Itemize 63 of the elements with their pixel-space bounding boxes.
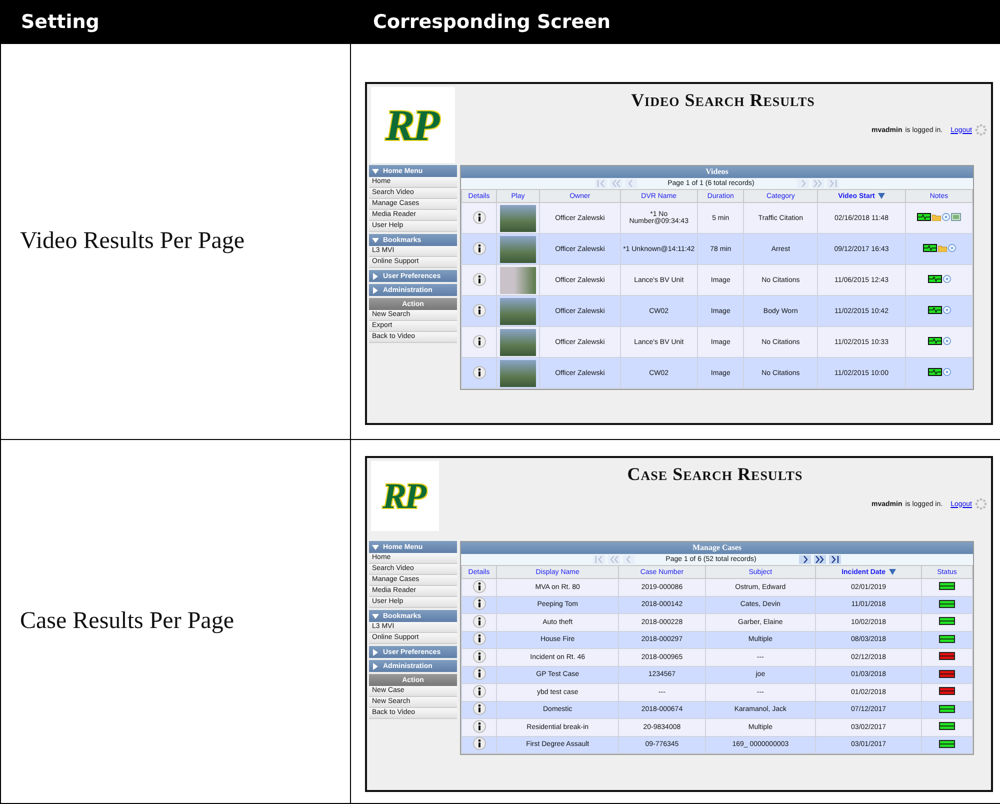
fast-forward-icon [815,556,826,563]
info-icon [472,597,486,610]
next-page-button[interactable] [799,555,812,564]
page-title: Case Search Results [626,464,804,485]
sort-arrow-icon [878,193,885,199]
info-icon [472,304,486,316]
fast-forward-icon [813,180,824,187]
rewind-icon [608,556,619,563]
info-icon [472,667,486,680]
expanded-triangle-icon [372,544,379,550]
info-icon [472,650,486,663]
info-icon [472,334,486,348]
info-icon [472,684,486,698]
video-thumbnail[interactable] [500,236,536,262]
expanded-triangle-icon [372,612,379,620]
rewind-button[interactable] [610,179,622,188]
info-icon [472,366,486,378]
rewind-button[interactable] [608,555,620,564]
last-page-icon [830,556,840,563]
first-page-button[interactable] [592,555,605,564]
first-page-icon [594,556,604,563]
column-header: Setting [1,0,351,44]
info-icon [472,737,486,750]
info-icon [472,614,486,628]
video-thumbnail[interactable] [500,298,536,324]
info-icon [472,632,486,646]
video-thumbnail[interactable] [500,328,536,356]
info-icon [472,272,486,286]
status-bar-icon [928,275,942,283]
status-bar-icon [928,368,942,376]
status-bar-icon [928,306,942,314]
logo-text: RP [382,475,427,517]
video-thumbnail[interactable] [500,204,536,232]
first-page-button[interactable] [594,179,607,188]
expanded-triangle-icon [372,168,379,174]
setting-label: Video Results Per Page [20,228,245,255]
info-icon [472,242,486,254]
expanded-triangle-icon [372,236,379,244]
logo-text: RP [385,100,440,150]
spinner-icon [975,498,987,510]
previous-page-button[interactable] [622,555,635,564]
first-page-icon [596,180,606,187]
status-bar-icon [928,337,942,345]
sort-arrow-icon [888,569,896,575]
status-bar-icon [917,213,931,221]
rewind-icon [610,180,621,187]
column-header: Corresponding Screen [351,0,1000,44]
info-icon [472,702,486,716]
last-page-icon [828,180,838,187]
table-title: Manage Cases [461,542,973,554]
page-title: Video Search Results [630,90,816,111]
table-title: Videos [461,166,973,178]
video-thumbnail[interactable] [500,266,536,294]
previous-page-button[interactable] [624,179,637,188]
last-page-button[interactable] [829,555,842,564]
status-bar-icon [922,244,936,252]
spinner-icon [975,124,987,136]
info-icon [472,720,486,733]
video-thumbnail[interactable] [500,360,536,386]
fast-forward-button[interactable] [814,555,826,564]
setting-label: Case Results Per Page [20,608,234,635]
info-icon [472,210,486,224]
info-icon [472,580,486,593]
